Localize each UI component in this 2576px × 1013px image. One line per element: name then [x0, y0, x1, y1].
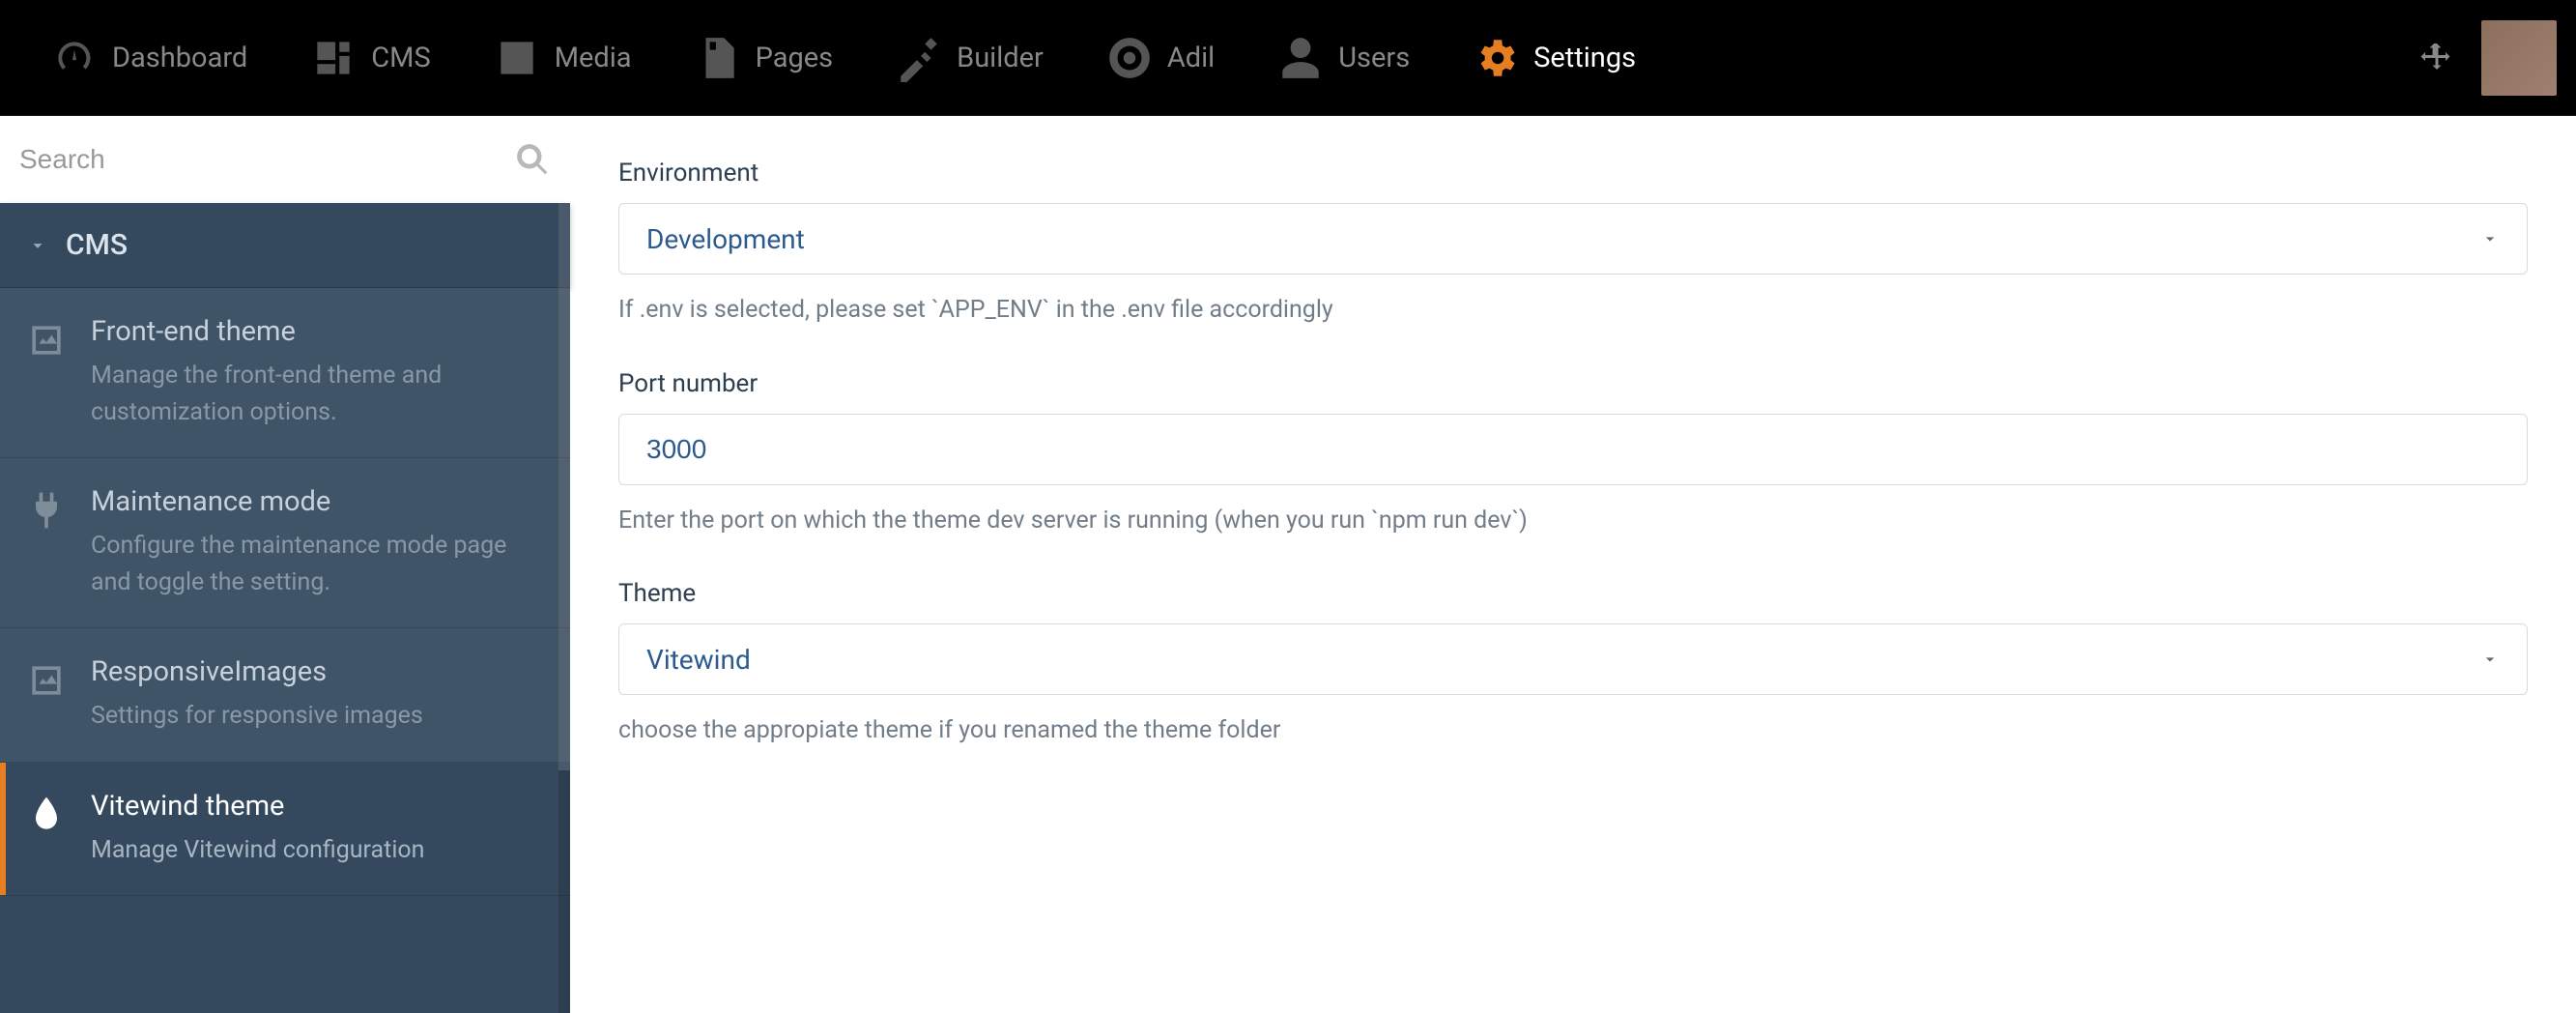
life-ring-icon [1105, 34, 1154, 82]
nav-pages[interactable]: Pages [663, 0, 865, 116]
environment-label: Environment [618, 159, 2528, 188]
nav-settings[interactable]: Settings [1441, 0, 1667, 116]
move-icon[interactable] [2419, 41, 2454, 75]
nav-users[interactable]: Users [1245, 0, 1441, 116]
sidebar-item-title: ResponsiveImages [91, 655, 545, 688]
sidebar-item-maintenance-mode[interactable]: Maintenance mode Configure the maintenan… [0, 458, 570, 628]
port-label: Port number [618, 369, 2528, 398]
gauge-icon [50, 34, 99, 82]
nav-builder[interactable]: Builder [864, 0, 1074, 116]
sidebar-item-title: Maintenance mode [91, 485, 545, 518]
theme-label: Theme [618, 579, 2528, 608]
theme-value: Vitewind [646, 644, 751, 676]
nav-cms[interactable]: CMS [278, 0, 461, 116]
sidebar-item-responsive-images[interactable]: ResponsiveImages Settings for responsive… [0, 628, 570, 763]
search-input[interactable] [19, 144, 514, 175]
sidebar-item-desc: Settings for responsive images [91, 698, 545, 735]
sidebar-item-title: Front-end theme [91, 315, 545, 348]
nav-dashboard[interactable]: Dashboard [19, 0, 278, 116]
sidebar-item-title: Vitewind theme [91, 790, 545, 823]
cms-icon [309, 34, 358, 82]
sidebar-section-cms[interactable]: CMS [0, 203, 570, 288]
sidebar-item-desc: Manage Vitewind configuration [91, 832, 545, 869]
page-icon [694, 34, 742, 82]
theme-help: choose the appropiate theme if you renam… [618, 712, 2528, 749]
picture-icon [25, 319, 68, 362]
sidebar-section-label: CMS [66, 228, 128, 262]
nav-label: Dashboard [112, 42, 247, 74]
search-bar [0, 116, 570, 203]
wrench-icon [895, 34, 943, 82]
environment-help: If .env is selected, please set `APP_ENV… [618, 292, 2528, 329]
environment-select[interactable]: Development [618, 203, 2528, 275]
user-icon [1276, 34, 1325, 82]
nav-label: Pages [756, 42, 834, 74]
nav-adil[interactable]: Adil [1074, 0, 1245, 116]
image-icon [493, 34, 541, 82]
nav-label: Media [555, 42, 632, 74]
search-icon[interactable] [514, 141, 551, 178]
image-icon [25, 659, 68, 702]
top-navigation: Dashboard CMS Media Pages Builder [0, 0, 2576, 116]
sidebar-item-vitewind-theme[interactable]: Vitewind theme Manage Vitewind configura… [0, 763, 570, 897]
nav-label: Adil [1167, 42, 1215, 74]
port-input[interactable] [618, 414, 2528, 485]
scrollbar-thumb[interactable] [558, 203, 570, 770]
theme-select[interactable]: Vitewind [618, 623, 2528, 695]
gears-icon [1472, 34, 1520, 82]
sidebar-scrollbar[interactable] [558, 203, 570, 1013]
sidebar-item-desc: Configure the maintenance mode page and … [91, 528, 545, 600]
chevron-down-icon [2480, 650, 2500, 669]
sidebar-item-desc: Manage the front-end theme and customiza… [91, 358, 545, 430]
port-help: Enter the port on which the theme dev se… [618, 503, 2528, 539]
environment-value: Development [646, 223, 805, 255]
tint-icon [25, 794, 68, 836]
sidebar-item-frontend-theme[interactable]: Front-end theme Manage the front-end the… [0, 288, 570, 458]
nav-media[interactable]: Media [462, 0, 663, 116]
avatar[interactable] [2481, 20, 2557, 96]
nav-label: CMS [371, 42, 430, 74]
nav-label: Users [1338, 42, 1410, 74]
content-area: Environment Development If .env is selec… [570, 116, 2576, 1013]
sidebar: CMS Front-end theme Manage the front-end… [0, 116, 570, 1013]
nav-label: Settings [1533, 42, 1636, 74]
chevron-down-icon [27, 235, 48, 256]
plug-icon [25, 489, 68, 532]
nav-label: Builder [957, 42, 1044, 74]
chevron-down-icon [2480, 229, 2500, 248]
